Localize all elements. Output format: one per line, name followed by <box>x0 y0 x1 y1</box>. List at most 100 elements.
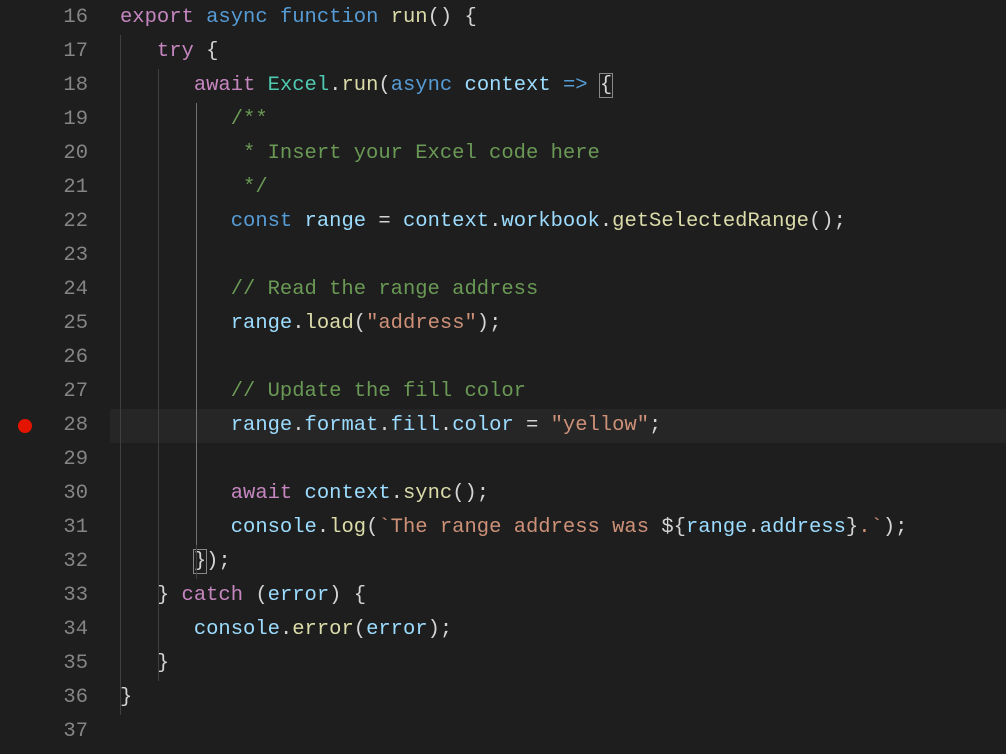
code-token: `The range address was <box>378 516 661 539</box>
gutter-row[interactable]: 21 <box>0 171 110 205</box>
gutter-row[interactable]: 20 <box>0 137 110 171</box>
code-token: ( <box>378 74 390 97</box>
code-line[interactable]: try { <box>110 35 1006 69</box>
gutter-row[interactable]: 30 <box>0 477 110 511</box>
indent-guide <box>120 409 121 443</box>
code-line[interactable]: range.format.fill.color = "yellow"; <box>110 409 1006 443</box>
indent-guide <box>158 205 159 239</box>
gutter-row[interactable]: 31 <box>0 511 110 545</box>
indent-guide <box>158 341 159 375</box>
code-area[interactable]: export async function run() { try { awai… <box>110 1 1006 754</box>
code-token: range <box>305 210 367 233</box>
gutter-row[interactable]: 27 <box>0 375 110 409</box>
code-token: . <box>292 414 304 437</box>
code-token: ) { <box>329 584 366 607</box>
line-number: 20 <box>63 137 88 171</box>
code-line[interactable]: } <box>110 681 1006 715</box>
code-line[interactable] <box>110 443 1006 477</box>
code-line[interactable] <box>110 239 1006 273</box>
line-number: 34 <box>63 613 88 647</box>
gutter-row[interactable]: 23 <box>0 239 110 273</box>
indent-guide <box>120 205 121 239</box>
code-token: . <box>440 414 452 437</box>
code-token: range <box>686 516 748 539</box>
code-token: error <box>366 618 428 641</box>
code-line[interactable]: const range = context.workbook.getSelect… <box>110 205 1006 239</box>
code-line[interactable]: // Update the fill color <box>110 375 1006 409</box>
gutter-row[interactable]: 25 <box>0 307 110 341</box>
code-line[interactable]: export async function run() { <box>110 1 1006 35</box>
gutter[interactable]: 1617181920212223242526272829303132333435… <box>0 1 110 754</box>
code-token: context <box>465 74 551 97</box>
indent-guide <box>120 613 121 647</box>
gutter-row[interactable]: 33 <box>0 579 110 613</box>
code-line[interactable]: console.log(`The range address was ${ran… <box>110 511 1006 545</box>
code-token: . <box>280 618 292 641</box>
code-line[interactable] <box>110 715 1006 749</box>
code-token: Excel <box>268 74 330 97</box>
indent-guide <box>120 579 121 613</box>
code-token: fill <box>391 414 440 437</box>
code-token: ); <box>206 550 231 573</box>
gutter-row[interactable]: 36 <box>0 681 110 715</box>
code-token <box>120 312 231 335</box>
code-token: function <box>280 6 378 29</box>
code-token: range <box>231 414 293 437</box>
indent-guide <box>120 511 121 545</box>
code-line[interactable]: await Excel.run(async context => { <box>110 69 1006 103</box>
code-token: await <box>194 74 256 97</box>
gutter-row[interactable]: 37 <box>0 715 110 749</box>
gutter-row[interactable]: 16 <box>0 1 110 35</box>
gutter-row[interactable]: 19 <box>0 103 110 137</box>
code-line[interactable]: */ <box>110 171 1006 205</box>
indent-guide <box>120 443 121 477</box>
code-token: getSelectedRange <box>612 210 809 233</box>
indent-guide <box>158 545 159 579</box>
gutter-row[interactable]: 26 <box>0 341 110 375</box>
indent-guide <box>196 511 197 545</box>
indent-guide <box>120 35 121 69</box>
code-editor[interactable]: 1617181920212223242526272829303132333435… <box>0 0 1006 754</box>
code-token: ); <box>428 618 453 641</box>
line-number: 23 <box>63 239 88 273</box>
code-line[interactable]: range.load("address"); <box>110 307 1006 341</box>
indent-guide <box>120 477 121 511</box>
code-token <box>120 278 231 301</box>
code-token <box>194 6 206 29</box>
code-line[interactable] <box>110 341 1006 375</box>
code-line[interactable]: console.error(error); <box>110 613 1006 647</box>
gutter-row[interactable]: 34 <box>0 613 110 647</box>
indent-guide <box>196 545 197 579</box>
gutter-row[interactable]: 24 <box>0 273 110 307</box>
indent-guide <box>120 307 121 341</box>
gutter-row[interactable]: 18 <box>0 69 110 103</box>
gutter-row[interactable]: 32 <box>0 545 110 579</box>
line-number: 22 <box>63 205 88 239</box>
gutter-row[interactable]: 35 <box>0 647 110 681</box>
indent-guide <box>196 443 197 477</box>
code-token: /** <box>231 108 268 131</box>
code-token: = <box>514 414 551 437</box>
breakpoint-icon[interactable] <box>18 419 32 433</box>
code-line[interactable]: } catch (error) { <box>110 579 1006 613</box>
code-line[interactable]: } <box>110 647 1006 681</box>
gutter-row[interactable]: 29 <box>0 443 110 477</box>
code-token: { <box>194 40 219 63</box>
code-line[interactable]: /** <box>110 103 1006 137</box>
code-token: ( <box>354 618 366 641</box>
code-token: await <box>231 482 293 505</box>
code-line[interactable]: // Read the range address <box>110 273 1006 307</box>
code-line[interactable]: await context.sync(); <box>110 477 1006 511</box>
indent-guide <box>196 137 197 171</box>
code-token: error <box>268 584 330 607</box>
indent-guide <box>158 647 159 681</box>
code-token <box>120 142 231 165</box>
gutter-row[interactable]: 28 <box>0 409 110 443</box>
code-token: ${ <box>661 516 686 539</box>
indent-guide <box>120 647 121 681</box>
gutter-row[interactable]: 17 <box>0 35 110 69</box>
code-token <box>120 380 231 403</box>
gutter-row[interactable]: 22 <box>0 205 110 239</box>
code-line[interactable]: * Insert your Excel code here <box>110 137 1006 171</box>
code-line[interactable]: }); <box>110 545 1006 579</box>
